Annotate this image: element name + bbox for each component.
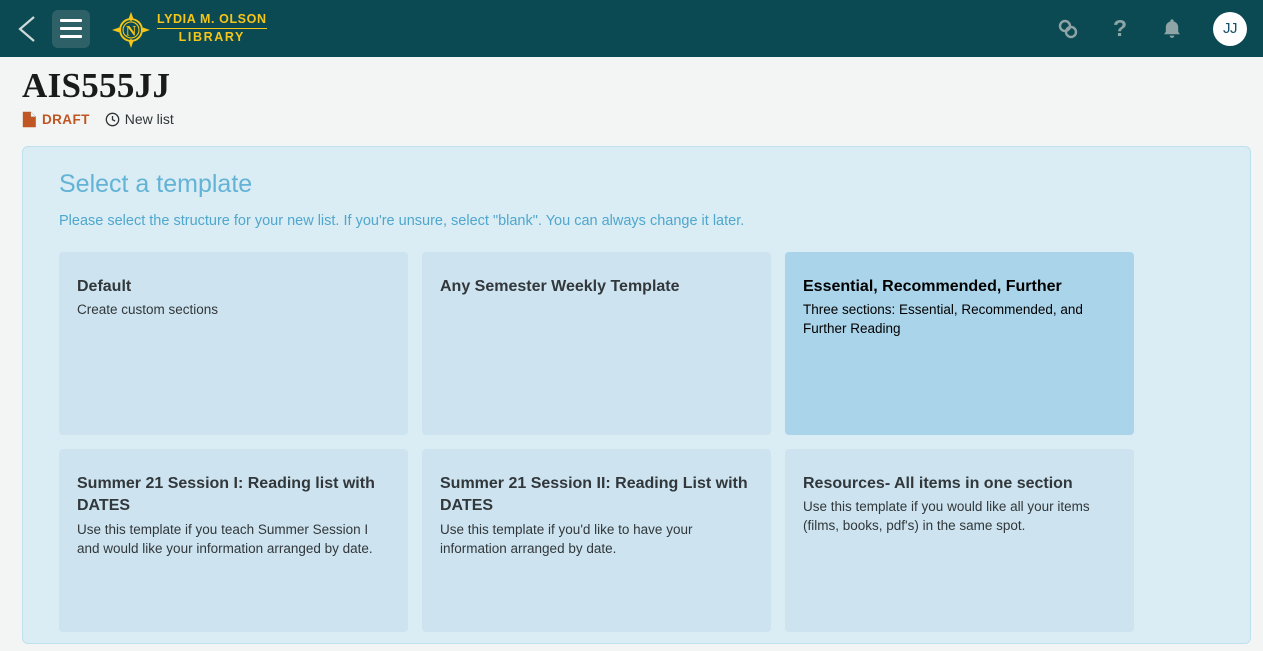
template-card-description: Three sections: Essential, Recommended, … xyxy=(803,302,1083,337)
user-avatar[interactable]: JJ xyxy=(1213,11,1247,46)
hamburger-menu-icon xyxy=(60,27,82,30)
template-card-resources-all-items[interactable]: Resources- All items in one section Use … xyxy=(785,448,1134,632)
template-card-description: Create custom sections xyxy=(77,302,219,318)
panel-title: Select a template xyxy=(59,169,253,198)
link-chain-icon-glyph xyxy=(1058,19,1078,38)
back-button[interactable] xyxy=(10,12,44,46)
template-card-description: Use this template if you teach Summer Se… xyxy=(77,521,373,557)
template-card-default[interactable]: Default Create custom sections xyxy=(59,251,408,435)
bell-icon[interactable] xyxy=(1159,16,1185,42)
template-card-summer-21-session-ii[interactable]: Summer 21 Session II: Reading List with … xyxy=(422,448,771,632)
brand-logo-link[interactable]: N LYDIA M. OLSON LIBRARY xyxy=(112,10,267,48)
link-chain-icon[interactable] xyxy=(1055,16,1081,42)
template-card-title: Summer 21 Session I: Reading list with D… xyxy=(77,474,375,515)
list-type: New list xyxy=(105,111,174,127)
avatar-initials: JJ xyxy=(1223,20,1238,37)
compass-torch-logo-icon: N xyxy=(112,11,150,48)
svg-text:N: N xyxy=(126,23,137,39)
help-icon[interactable]: ? xyxy=(1107,15,1133,42)
document-icon xyxy=(22,111,36,127)
brand-name-line2: LIBRARY xyxy=(178,29,245,44)
template-card-grid: Default Create custom sections Any Semes… xyxy=(59,251,1226,632)
select-template-panel: Select a template Please select the stru… xyxy=(22,145,1251,644)
template-card-title: Resources- All items in one section xyxy=(803,474,1073,492)
hamburger-menu-icon xyxy=(60,19,82,22)
template-card-title: Default xyxy=(77,277,132,295)
template-card-essential-recommended-further[interactable]: Essential, Recommended, Further Three se… xyxy=(785,251,1134,435)
list-meta-row: DRAFT New list xyxy=(22,111,1263,128)
hamburger-menu-icon xyxy=(60,35,82,38)
template-card-description: Use this template if you would like all … xyxy=(803,499,1090,534)
menu-toggle-button[interactable] xyxy=(52,9,90,48)
list-type-label: New list xyxy=(124,111,174,127)
template-card-title: Any Semester Weekly Template xyxy=(440,277,680,295)
panel-subtitle: Please select the structure for your new… xyxy=(59,212,745,229)
brand-name-line1: LYDIA M. OLSON xyxy=(157,13,267,29)
top-bar-actions: ? JJ xyxy=(1055,11,1247,46)
clock-icon xyxy=(105,112,120,126)
page-title: AIS555JJ xyxy=(22,66,171,105)
template-card-summer-21-session-i[interactable]: Summer 21 Session I: Reading list with D… xyxy=(59,448,408,632)
template-card-any-semester-weekly[interactable]: Any Semester Weekly Template xyxy=(422,251,771,435)
template-card-title: Essential, Recommended, Further xyxy=(803,277,1062,295)
top-navigation-bar: N LYDIA M. OLSON LIBRARY ? JJ xyxy=(0,0,1263,57)
status-badge: DRAFT xyxy=(22,111,90,128)
template-card-title: Summer 21 Session II: Reading List with … xyxy=(440,474,748,515)
bell-icon-glyph xyxy=(1164,18,1180,38)
template-card-description: Use this template if you'd like to have … xyxy=(440,521,693,557)
chevron-left-icon xyxy=(18,15,35,42)
list-header: AIS555JJ DRAFT New list xyxy=(0,57,1263,128)
status-badge-label: DRAFT xyxy=(42,111,90,127)
